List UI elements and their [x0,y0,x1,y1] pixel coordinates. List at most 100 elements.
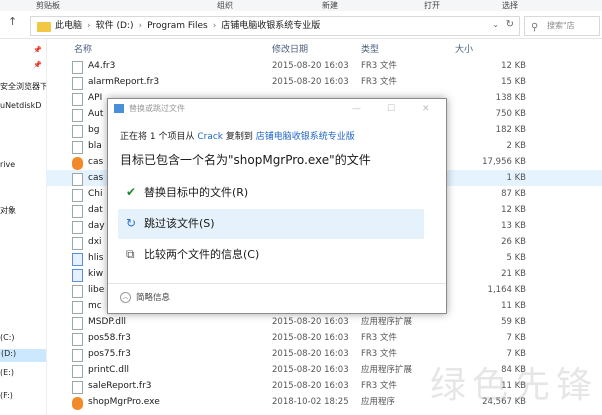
file-icon [72,285,83,298]
file-type: FR3 文件 [361,381,397,391]
dialog-title: 替换或跳过文件 [129,104,185,113]
chevron-down-icon[interactable]: ⌄ [492,20,499,29]
nav-item[interactable]: (C:) [0,333,15,342]
close-icon[interactable]: ✕ [422,99,430,119]
nav-item[interactable]: (F:) [0,391,13,400]
breadcrumb-item[interactable]: 此电脑 [55,21,82,31]
compare-icon: ⧉ [126,247,135,261]
file-name: hlis [88,253,104,263]
file-icon [72,205,83,218]
maximize-icon[interactable]: ☐ [387,99,395,119]
file-size: 15 KB [501,77,526,87]
nav-item[interactable]: rive [0,160,15,169]
file-icon [72,381,83,394]
search-input[interactable]: ⚲ 搜索"店 [524,16,600,36]
column-header-size[interactable]: 大小 [455,42,473,58]
file-name: saleReport.fr3 [88,381,152,391]
skip-icon: ↻ [126,216,137,230]
replace-or-skip-dialog: 替换或跳过文件 — ☐ ✕ 正在将 1 个项目从 Crack 复制到 店铺电脑收… [107,98,447,314]
conflict-message: 目标已包含一个名为"shopMgrPro.exe"的文件 [120,153,371,167]
copy-icon [114,104,124,113]
up-arrow-icon[interactable]: ↑ [8,15,17,28]
file-name: cas [88,157,104,167]
file-name: Chi [88,189,103,199]
file-size: 12 KB [501,61,526,71]
minimize-icon[interactable]: — [352,99,361,119]
file-date: 2015-08-20 16:03 [272,333,349,343]
ribbon-group-open: 打开 [424,1,440,10]
breadcrumb-item[interactable]: Program Files [147,21,208,31]
pin-icon: 📌 [33,46,42,54]
file-row[interactable]: MSDP.dll 2015-08-20 16:03 应用程序扩展 59 KB [46,314,602,330]
file-type: 应用程序扩展 [361,317,413,327]
blue-file-icon [72,269,83,282]
file-icon [72,301,83,314]
column-header-name[interactable]: 名称 [74,42,92,58]
ribbon-group-select: 选择 [502,1,518,10]
fewer-details-button[interactable]: ︿ 简略信息 [120,291,170,303]
file-icon [72,237,83,250]
nav-item-selected[interactable]: (D:) [0,349,46,362]
refresh-icon[interactable]: ↻ [506,19,514,30]
source-folder-link[interactable]: Crack [197,132,223,142]
file-size: 7 KB [506,333,526,343]
column-header-date[interactable]: 修改日期 [272,42,308,58]
breadcrumb-item[interactable]: 店铺电脑收银系统专业版 [221,21,320,31]
file-icon [72,141,83,154]
copy-prefix: 正在将 1 个项目从 [120,132,195,142]
file-size: 11 KB [501,301,526,311]
skip-file-option[interactable]: ↻ 跳过该文件(S) [118,209,424,239]
replace-file-label: 替换目标中的文件(R) [144,186,249,199]
file-icon [72,349,83,362]
nav-item[interactable]: 安全浏览器下 [0,81,46,92]
file-size: 1,164 KB [487,285,526,295]
search-icon: ⚲ [531,22,539,33]
file-name: dat [88,205,103,215]
file-date: 2015-08-20 16:03 [272,381,349,391]
pin-icon: 📌 [33,61,42,69]
breadcrumb-item[interactable]: 软件 (D:) [96,21,134,31]
ribbon-group-clipboard: 剪贴板 [36,1,60,10]
file-row[interactable]: alarmReport.fr3 2015-08-20 16:03 FR3 文件 15 … [46,74,602,90]
file-icon [72,125,83,138]
file-type: FR3 文件 [361,61,397,71]
file-date: 2015-08-20 16:03 [272,61,349,71]
file-size: 2 KB [506,141,526,151]
chevron-right-icon: › [87,21,91,31]
target-folder-link[interactable]: 店铺电脑收银系统专业版 [256,132,355,142]
file-name: day [88,221,105,231]
copy-description: 正在将 1 个项目从 Crack 复制到 店铺电脑收银系统专业版 [120,129,355,142]
file-date: 2018-10-02 18:25 [272,397,349,407]
file-name: API [88,93,103,103]
nav-item[interactable]: (E:) [0,368,14,377]
nav-item-label: (D:) [1,349,17,358]
replace-file-option[interactable]: ✔ 替换目标中的文件(R) [118,178,424,208]
file-size: 13 KB [501,221,526,231]
address-bar[interactable]: 此电脑 › 软件 (D:) › Program Files › 店铺电脑收银系统专业版 ⌄ … [30,16,520,36]
skip-file-label: 跳过该文件(S) [144,217,215,230]
compare-files-option[interactable]: ⧉ 比较两个文件的信息(C) [118,240,424,270]
file-size: 21 KB [501,269,526,279]
orange-app-icon [72,397,83,410]
file-date: 2015-08-20 16:03 [272,77,349,87]
file-date: 2015-08-20 16:03 [272,365,349,375]
file-date: 2015-08-20 16:03 [272,317,349,327]
nav-item[interactable]: 对象 [0,205,16,216]
file-size: 87 KB [501,189,526,199]
file-name: printC.dll [88,365,130,375]
file-row[interactable]: A4.fr3 2015-08-20 16:03 FR3 文件 12 KB [46,58,602,74]
file-name: kiw [88,269,104,279]
file-row[interactable]: pos58.fr3 2015-08-20 16:03 FR3 文件 7 KB [46,330,602,346]
file-name: alarmReport.fr3 [88,77,160,87]
column-header-type[interactable]: 类型 [361,42,379,58]
navigation-pane: 📌 📌 安全浏览器下 uNetdiskD rive 对象 (C:) (D:) (… [0,39,47,415]
fewer-details-label: 简略信息 [136,293,171,303]
file-type: FR3 文件 [361,333,397,343]
file-name: cas [88,173,104,183]
file-name: A4.fr3 [88,61,116,71]
file-name: pos58.fr3 [88,333,131,343]
file-name: libe [88,285,105,295]
nav-item[interactable]: uNetdiskD [0,101,41,110]
file-size: 26 KB [501,237,526,247]
file-icon [72,61,83,74]
